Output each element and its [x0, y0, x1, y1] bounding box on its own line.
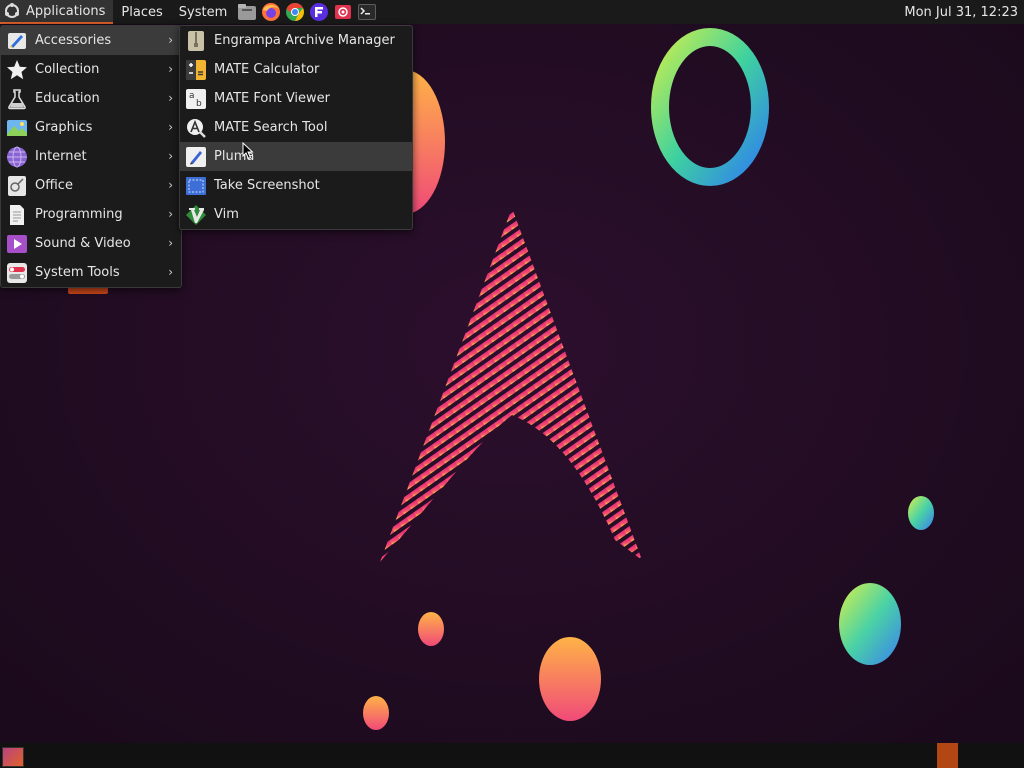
menu-item-label: MATE Search Tool: [214, 120, 328, 135]
menu-item-label: Office: [35, 178, 73, 193]
terminal-icon[interactable]: [357, 2, 377, 22]
screenshot-tool-icon[interactable]: [333, 2, 353, 22]
menu-item-programming[interactable]: Programming ›: [1, 200, 181, 229]
menu-item-label: MATE Calculator: [214, 62, 320, 77]
document-icon: [6, 204, 28, 226]
menu-item-sound-video[interactable]: Sound & Video ›: [1, 229, 181, 258]
applications-dropdown: Accessories › Collection › Education › G…: [0, 25, 182, 288]
applications-label: Applications: [26, 3, 106, 19]
chevron-right-icon: ›: [168, 178, 173, 192]
menu-item-label: Accessories: [35, 33, 112, 48]
menu-item-education[interactable]: Education ›: [1, 84, 181, 113]
toggle-icon: [6, 262, 28, 284]
menu-item-label: Graphics: [35, 120, 93, 135]
menu-item-label: Engrampa Archive Manager: [214, 33, 395, 48]
menu-item-font-viewer[interactable]: ab MATE Font Viewer: [180, 84, 412, 113]
menu-item-internet[interactable]: Internet ›: [1, 142, 181, 171]
app-f-icon[interactable]: [309, 2, 329, 22]
chevron-right-icon: ›: [168, 62, 173, 76]
accessories-submenu: Engrampa Archive Manager MATE Calculator…: [179, 25, 413, 230]
globe-icon: [6, 146, 28, 168]
star-icon: [6, 59, 28, 81]
menu-item-pluma[interactable]: Pluma: [180, 142, 412, 171]
menu-item-calculator[interactable]: MATE Calculator: [180, 55, 412, 84]
accessories-icon: [6, 30, 28, 52]
search-icon: [185, 117, 207, 139]
menu-item-take-screenshot[interactable]: Take Screenshot: [180, 171, 412, 200]
calculator-icon: [185, 59, 207, 81]
file-manager-icon[interactable]: [237, 2, 257, 22]
menu-item-accessories[interactable]: Accessories ›: [1, 26, 181, 55]
menu-item-label: Internet: [35, 149, 87, 164]
menu-item-label: Vim: [214, 207, 239, 222]
menu-item-label: System Tools: [35, 265, 120, 280]
pencil-icon: [185, 146, 207, 168]
firefox-icon[interactable]: [261, 2, 281, 22]
font-icon: ab: [185, 88, 207, 110]
screenshot-icon: [185, 175, 207, 197]
chevron-right-icon: ›: [168, 91, 173, 105]
menu-item-label: Programming: [35, 207, 123, 222]
menu-item-engrampa[interactable]: Engrampa Archive Manager: [180, 26, 412, 55]
menu-item-vim[interactable]: Vim: [180, 200, 412, 229]
menu-item-label: Sound & Video: [35, 236, 131, 251]
svg-text:b: b: [196, 99, 202, 109]
top-panel: Applications Places System Mon Jul 31, 1…: [0, 0, 1024, 24]
menu-item-office[interactable]: Office ›: [1, 171, 181, 200]
menu-item-system-tools[interactable]: System Tools ›: [1, 258, 181, 287]
menu-item-label: Collection: [35, 62, 100, 77]
chevron-right-icon: ›: [168, 149, 173, 163]
menu-item-collection[interactable]: Collection ›: [1, 55, 181, 84]
menu-item-label: Take Screenshot: [214, 178, 320, 193]
chevron-right-icon: ›: [168, 207, 173, 221]
flask-icon: [6, 88, 28, 110]
chevron-right-icon: ›: [168, 33, 173, 47]
applications-menu[interactable]: Applications: [0, 0, 114, 24]
mouse-cursor-icon: [242, 142, 254, 160]
svg-text:a: a: [189, 91, 195, 101]
chrome-icon[interactable]: [285, 2, 305, 22]
chevron-right-icon: ›: [168, 265, 173, 279]
bottom-panel: [0, 743, 1024, 768]
menu-item-search-tool[interactable]: MATE Search Tool: [180, 113, 412, 142]
workspace-switcher[interactable]: [937, 743, 958, 768]
show-desktop-button[interactable]: [2, 747, 24, 767]
office-icon: [6, 175, 28, 197]
menu-item-label: Education: [35, 91, 100, 106]
play-icon: [6, 233, 28, 255]
menu-item-label: MATE Font Viewer: [214, 91, 331, 106]
chevron-right-icon: ›: [168, 120, 173, 134]
graphics-icon: [6, 117, 28, 139]
clock[interactable]: Mon Jul 31, 12:23: [904, 0, 1018, 24]
menu-item-graphics[interactable]: Graphics ›: [1, 113, 181, 142]
places-menu[interactable]: Places: [113, 0, 170, 24]
chevron-right-icon: ›: [168, 236, 173, 250]
vim-icon: [185, 204, 207, 226]
distro-logo-icon: [5, 3, 19, 18]
system-menu[interactable]: System: [171, 0, 235, 24]
archive-icon: [185, 30, 207, 52]
